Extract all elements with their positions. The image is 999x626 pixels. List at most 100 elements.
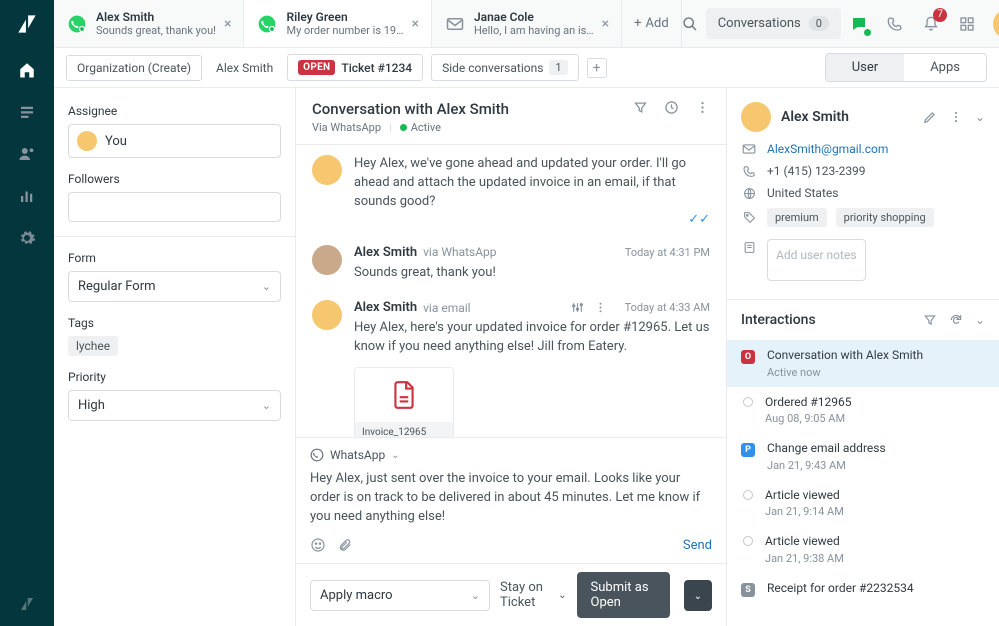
attachment[interactable]: Invoice_12965 PDF <box>354 367 454 437</box>
breadcrumb-ticket[interactable]: OPEN Ticket #1234 <box>287 54 423 81</box>
message-text: Hey Alex, we've gone ahead and updated y… <box>354 155 710 212</box>
interaction-item[interactable]: Article viewed Jan 21, 9:38 AM <box>727 526 999 573</box>
bell-icon[interactable]: 7 <box>921 14 941 34</box>
workspace-tab[interactable]: Janae Cole Hello, I am having an is… × <box>432 0 622 47</box>
message-list: Hey Alex, we've gone ahead and updated y… <box>296 145 726 437</box>
more-icon[interactable] <box>949 110 963 124</box>
avatar <box>312 245 342 275</box>
interaction-title: Article viewed <box>765 534 844 550</box>
message-text: Sounds great, thank you! <box>354 264 710 283</box>
tab-title: Janae Cole <box>474 10 594 24</box>
home-icon[interactable] <box>17 60 37 80</box>
interaction-item[interactable]: S Receipt for order #2232534 <box>727 573 999 605</box>
interaction-item[interactable]: Ordered #12965 Aug 08, 9:05 AM <box>727 387 999 434</box>
workspace-tab[interactable]: Riley Green My order number is 19… × <box>244 0 431 47</box>
event-marker <box>743 490 753 500</box>
search-icon[interactable] <box>682 0 698 47</box>
composer-channel-label: WhatsApp <box>330 448 385 462</box>
message-via: via WhatsApp <box>423 245 496 259</box>
send-button[interactable]: Send <box>683 538 712 553</box>
chat-icon[interactable] <box>849 14 869 34</box>
form-select[interactable]: Regular Form ⌄ <box>68 271 281 302</box>
composer-channel-select[interactable]: WhatsApp ⌄ <box>310 448 712 462</box>
message-author: Alex Smith <box>354 245 417 260</box>
form-value: Regular Form <box>78 279 156 294</box>
tag-chip[interactable]: priority shopping <box>836 208 934 227</box>
avatar <box>312 155 342 185</box>
tag-chip[interactable]: lychee <box>68 336 118 356</box>
close-icon[interactable]: × <box>602 16 609 32</box>
reports-icon[interactable] <box>17 186 37 206</box>
edit-icon[interactable] <box>923 110 937 124</box>
interaction-item[interactable]: P Change email address Jan 21, 9:43 AM <box>727 433 999 480</box>
workspace-tab[interactable]: Alex Smith Sounds great, thank you! × <box>54 0 244 47</box>
chevron-down-icon: ⌄ <box>471 589 480 602</box>
history-icon[interactable] <box>664 100 679 115</box>
side-conversations-button[interactable]: Side conversations 1 <box>431 54 578 81</box>
interaction-title: Ordered #12965 <box>765 395 852 411</box>
event-marker <box>743 536 753 546</box>
phone-icon[interactable] <box>885 14 905 34</box>
tab-subtitle: Sounds great, thank you! <box>96 24 216 37</box>
views-icon[interactable] <box>17 102 37 122</box>
attachment-icon[interactable] <box>338 537 352 553</box>
settings-icon[interactable] <box>571 301 584 314</box>
breadcrumb-user[interactable]: Alex Smith <box>210 56 279 80</box>
add-side-conversation-button[interactable]: + <box>587 58 607 78</box>
filter-icon[interactable] <box>923 313 937 327</box>
followers-input[interactable] <box>68 192 281 222</box>
submit-button[interactable]: Submit as Open <box>577 572 670 618</box>
interaction-sub: Active now <box>767 366 923 379</box>
chevron-down-icon[interactable]: ⌄ <box>975 313 985 327</box>
apps-grid-icon[interactable] <box>957 14 977 34</box>
interaction-sub: Aug 08, 9:05 AM <box>765 412 852 425</box>
assignee-label: Assignee <box>68 104 281 118</box>
tab-subtitle: Hello, I am having an is… <box>474 24 594 37</box>
followers-label: Followers <box>68 172 281 186</box>
chevron-down-icon[interactable]: ⌄ <box>975 110 985 124</box>
filter-icon[interactable] <box>633 100 648 115</box>
chevron-down-icon: ⌄ <box>262 280 271 293</box>
more-icon[interactable] <box>594 301 607 314</box>
interactions-header: Interactions ⌄ <box>727 299 999 340</box>
status-badge: OPEN <box>298 60 335 75</box>
refresh-icon[interactable] <box>949 313 963 327</box>
tab-title: Riley Green <box>286 10 403 24</box>
breadcrumb-org[interactable]: Organization (Create) <box>66 55 202 81</box>
right-pane-tabs: User Apps <box>825 53 987 82</box>
interaction-item[interactable]: O Conversation with Alex Smith Active no… <box>727 340 999 387</box>
admin-icon[interactable] <box>17 228 37 248</box>
close-icon[interactable]: × <box>224 16 231 32</box>
tab-user[interactable]: User <box>826 54 904 81</box>
close-icon[interactable]: × <box>411 16 418 32</box>
macro-select[interactable]: Apply macro ⌄ <box>310 580 490 611</box>
top-right-tools: 7 <box>849 0 999 47</box>
interaction-item[interactable]: Article viewed Jan 21, 9:14 AM <box>727 480 999 527</box>
tags-label: Tags <box>68 316 281 330</box>
add-tab-button[interactable]: + Add <box>622 0 682 47</box>
tab-apps[interactable]: Apps <box>904 54 986 81</box>
conversations-chip[interactable]: Conversations 0 <box>706 8 841 39</box>
priority-select[interactable]: High ⌄ <box>68 390 281 421</box>
globe-icon <box>741 187 757 200</box>
composer-textarea[interactable]: Hey Alex, just sent over the invoice to … <box>310 470 712 527</box>
priority-label: Priority <box>68 370 281 384</box>
priority-value: High <box>78 398 105 413</box>
note-icon <box>741 241 757 254</box>
customers-icon[interactable] <box>17 144 37 164</box>
tag-icon <box>741 211 757 224</box>
assignee-select[interactable]: You <box>68 124 281 158</box>
customer-email[interactable]: AlexSmith@gmail.com <box>767 142 888 156</box>
message-author: Alex Smith <box>354 300 417 315</box>
phone-icon <box>741 165 757 178</box>
customer-notes-row: Add user notes <box>741 235 985 281</box>
profile-avatar[interactable] <box>993 9 999 39</box>
customer-email-row: AlexSmith@gmail.com <box>741 142 985 156</box>
more-icon[interactable] <box>695 100 710 115</box>
tag-chip[interactable]: premium <box>767 208 827 227</box>
stay-on-ticket-select[interactable]: Stay on Ticket ⌄ <box>500 580 567 610</box>
emoji-icon[interactable] <box>310 537 326 553</box>
submit-dropdown-button[interactable]: ⌄ <box>684 580 712 611</box>
customer-notes-input[interactable]: Add user notes <box>767 239 866 281</box>
avatar <box>312 300 342 330</box>
